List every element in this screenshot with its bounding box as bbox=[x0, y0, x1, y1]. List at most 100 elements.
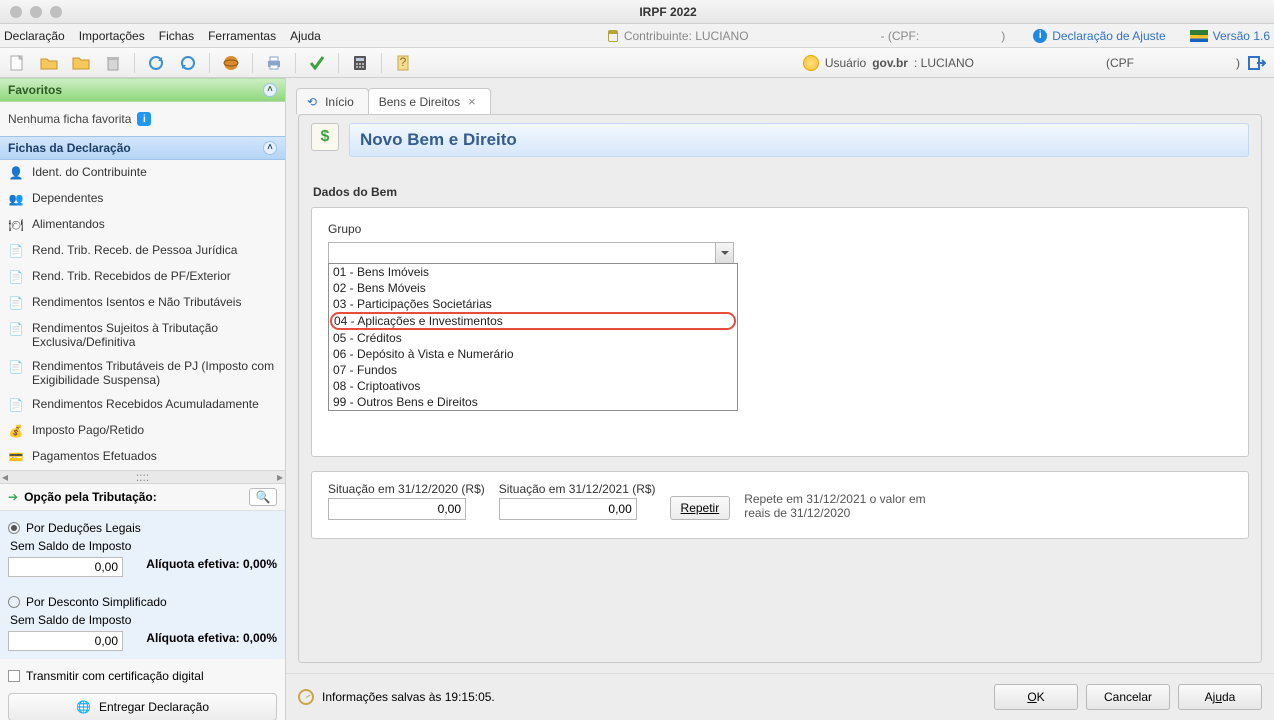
aliquota-2: Alíquota efetiva: 0,00% bbox=[146, 631, 277, 651]
deliver-button[interactable]: 🌐 Entregar Declaração bbox=[8, 693, 277, 720]
grupo-option[interactable]: 01 - Bens Imóveis bbox=[329, 264, 737, 280]
transmit-checkbox[interactable] bbox=[8, 670, 20, 682]
print-icon[interactable] bbox=[263, 52, 285, 74]
close-tab-icon[interactable]: × bbox=[468, 94, 476, 109]
magnify-button[interactable]: 🔍 bbox=[249, 488, 277, 506]
grupo-dropdown[interactable]: 01 - Bens Imóveis02 - Bens Móveis03 - Pa… bbox=[328, 263, 738, 411]
menu-ajuda[interactable]: Ajuda bbox=[290, 29, 321, 43]
ficha-icon: 💰 bbox=[8, 423, 24, 439]
help-button[interactable]: Ajuda bbox=[1178, 684, 1262, 710]
menu-importacoes[interactable]: Importações bbox=[79, 29, 145, 43]
radio-deducoes-label: Por Deduções Legais bbox=[26, 521, 141, 535]
sync-icon[interactable] bbox=[177, 52, 199, 74]
money-icon: $ bbox=[311, 123, 339, 151]
scroll-strip[interactable]: ◂::::▸ bbox=[0, 470, 285, 484]
check-icon[interactable] bbox=[306, 52, 328, 74]
footer: Informações salvas às 19:15:05. OK Cance… bbox=[286, 673, 1274, 720]
close-window-icon[interactable] bbox=[10, 6, 22, 18]
ficha-icon: 👤 bbox=[8, 165, 24, 181]
grupo-option[interactable]: 02 - Bens Móveis bbox=[329, 280, 737, 296]
ficha-icon: 📄 bbox=[8, 359, 24, 375]
valor-deducoes bbox=[8, 557, 123, 577]
trash-icon[interactable] bbox=[102, 52, 124, 74]
ficha-item[interactable]: 💰Imposto Pago/Retido bbox=[0, 418, 285, 444]
ficha-label: Rendimentos Sujeitos à Tributação Exclus… bbox=[32, 321, 277, 349]
ficha-icon: 🍽 bbox=[8, 217, 24, 233]
ficha-item[interactable]: 💳Pagamentos Efetuados bbox=[0, 444, 285, 470]
ficha-item[interactable]: 👤Ident. do Contribuinte bbox=[0, 160, 285, 186]
info-icon[interactable]: i bbox=[137, 112, 151, 126]
ficha-icon: 📄 bbox=[8, 243, 24, 259]
ficha-label: Rend. Trib. Recebidos de PF/Exterior bbox=[32, 269, 231, 283]
tab-inicio-label: Início bbox=[325, 95, 354, 109]
cancel-button[interactable]: Cancelar bbox=[1086, 684, 1170, 710]
ficha-label: Pagamentos Efetuados bbox=[32, 449, 157, 463]
ficha-item[interactable]: 📄Rendimentos Isentos e Não Tributáveis bbox=[0, 290, 285, 316]
ficha-item[interactable]: 📄Rendimentos Sujeitos à Tributação Exclu… bbox=[0, 316, 285, 354]
collapse-icon[interactable]: ˄ bbox=[263, 83, 277, 97]
grupo-select[interactable] bbox=[328, 242, 734, 264]
content-area: ⟲ Início Bens e Direitos × $ Novo Bem e … bbox=[286, 78, 1274, 720]
ficha-item[interactable]: 👥Dependentes bbox=[0, 186, 285, 212]
open-icon[interactable] bbox=[38, 52, 60, 74]
grupo-option[interactable]: 03 - Participações Societárias bbox=[329, 296, 737, 312]
ficha-label: Rend. Trib. Receb. de Pessoa Jurídica bbox=[32, 243, 237, 257]
chevron-down-icon[interactable] bbox=[715, 243, 733, 263]
transmit-row[interactable]: Transmitir com certificação digital bbox=[0, 659, 285, 693]
grupo-option[interactable]: 08 - Criptoativos bbox=[329, 378, 737, 394]
ok-button[interactable]: OK bbox=[994, 684, 1078, 710]
transmit-label: Transmitir com certificação digital bbox=[26, 669, 204, 683]
radio-simplificado[interactable] bbox=[8, 596, 20, 608]
situ-2020-input[interactable] bbox=[328, 498, 466, 520]
ficha-item[interactable]: 🍽Alimentandos bbox=[0, 212, 285, 238]
grupo-value bbox=[329, 243, 715, 263]
radio-deducoes-row[interactable]: Por Deduções Legais bbox=[8, 521, 277, 535]
folder-icon[interactable] bbox=[70, 52, 92, 74]
globe-deliver-icon: 🌐 bbox=[76, 700, 91, 714]
maximize-window-icon[interactable] bbox=[50, 6, 62, 18]
clock-icon bbox=[298, 689, 314, 705]
ficha-item[interactable]: 📄 Rendimentos Recebidos Acumuladamente bbox=[0, 392, 285, 418]
collapse-icon[interactable]: ˄ bbox=[263, 141, 277, 155]
note-icon[interactable]: ? bbox=[392, 52, 414, 74]
grupo-option[interactable]: 07 - Fundos bbox=[329, 362, 737, 378]
situ-2021-input[interactable] bbox=[499, 498, 637, 520]
radio-simplificado-row[interactable]: Por Desconto Simplificado bbox=[8, 595, 277, 609]
fichas-panel-header[interactable]: Fichas da Declaração ˄ bbox=[0, 136, 285, 160]
ficha-item[interactable]: 📄Rend. Trib. Recebidos de PF/Exterior bbox=[0, 264, 285, 290]
ficha-label: Rendimentos Recebidos Acumuladamente bbox=[32, 397, 259, 411]
menu-ferramentas[interactable]: Ferramentas bbox=[208, 29, 276, 43]
user-strip: Usuário gov.br : LUCIANO (CPF ) bbox=[803, 52, 1268, 74]
grupo-option[interactable]: 06 - Depósito à Vista e Numerário bbox=[329, 346, 737, 362]
grupo-option[interactable]: 04 - Aplicações e Investimentos bbox=[330, 312, 736, 330]
calc-icon[interactable] bbox=[349, 52, 371, 74]
situacao-row: Situação em 31/12/2020 (R$) Situação em … bbox=[311, 471, 1249, 539]
fichas-list: 👤Ident. do Contribuinte👥Dependentes🍽Alim… bbox=[0, 160, 285, 470]
ficha-item[interactable]: 📄 Rendimentos Tributáveis de PJ (Imposto … bbox=[0, 354, 285, 392]
radio-deducoes[interactable] bbox=[8, 522, 20, 534]
valor-simplificado bbox=[8, 631, 123, 651]
tax-panel: Por Deduções Legais Sem Saldo de Imposto… bbox=[0, 511, 285, 659]
tab-inicio[interactable]: ⟲ Início bbox=[296, 88, 369, 114]
usuario-prefix: Usuário bbox=[825, 56, 866, 70]
logout-icon[interactable] bbox=[1246, 52, 1268, 74]
grupo-option[interactable]: 05 - Créditos bbox=[329, 330, 737, 346]
new-icon[interactable] bbox=[6, 52, 28, 74]
repetir-button[interactable]: Repetir bbox=[670, 496, 731, 520]
globe-icon[interactable] bbox=[220, 52, 242, 74]
ficha-item[interactable]: 📄 Rend. Trib. Receb. de Pessoa Jurídica bbox=[0, 238, 285, 264]
menu-declaracao[interactable]: Declaração bbox=[4, 29, 65, 43]
arrow-icon: ➔ bbox=[8, 490, 18, 504]
tab-bens-direitos[interactable]: Bens e Direitos × bbox=[368, 88, 491, 114]
window-controls bbox=[0, 6, 62, 18]
refresh-icon[interactable] bbox=[145, 52, 167, 74]
favoritos-panel-header[interactable]: Favoritos ˄ bbox=[0, 78, 285, 102]
tab-strip: ⟲ Início Bens e Direitos × bbox=[286, 78, 1274, 114]
ficha-label: Rendimentos Tributáveis de PJ (Imposto c… bbox=[32, 359, 277, 387]
ficha-icon: 📄 bbox=[8, 397, 24, 413]
tab-bens-label: Bens e Direitos bbox=[379, 95, 460, 109]
grupo-option[interactable]: 99 - Outros Bens e Direitos bbox=[329, 394, 737, 410]
cpf-label: - (CPF: bbox=[881, 29, 920, 43]
menu-fichas[interactable]: Fichas bbox=[159, 29, 194, 43]
minimize-window-icon[interactable] bbox=[30, 6, 42, 18]
